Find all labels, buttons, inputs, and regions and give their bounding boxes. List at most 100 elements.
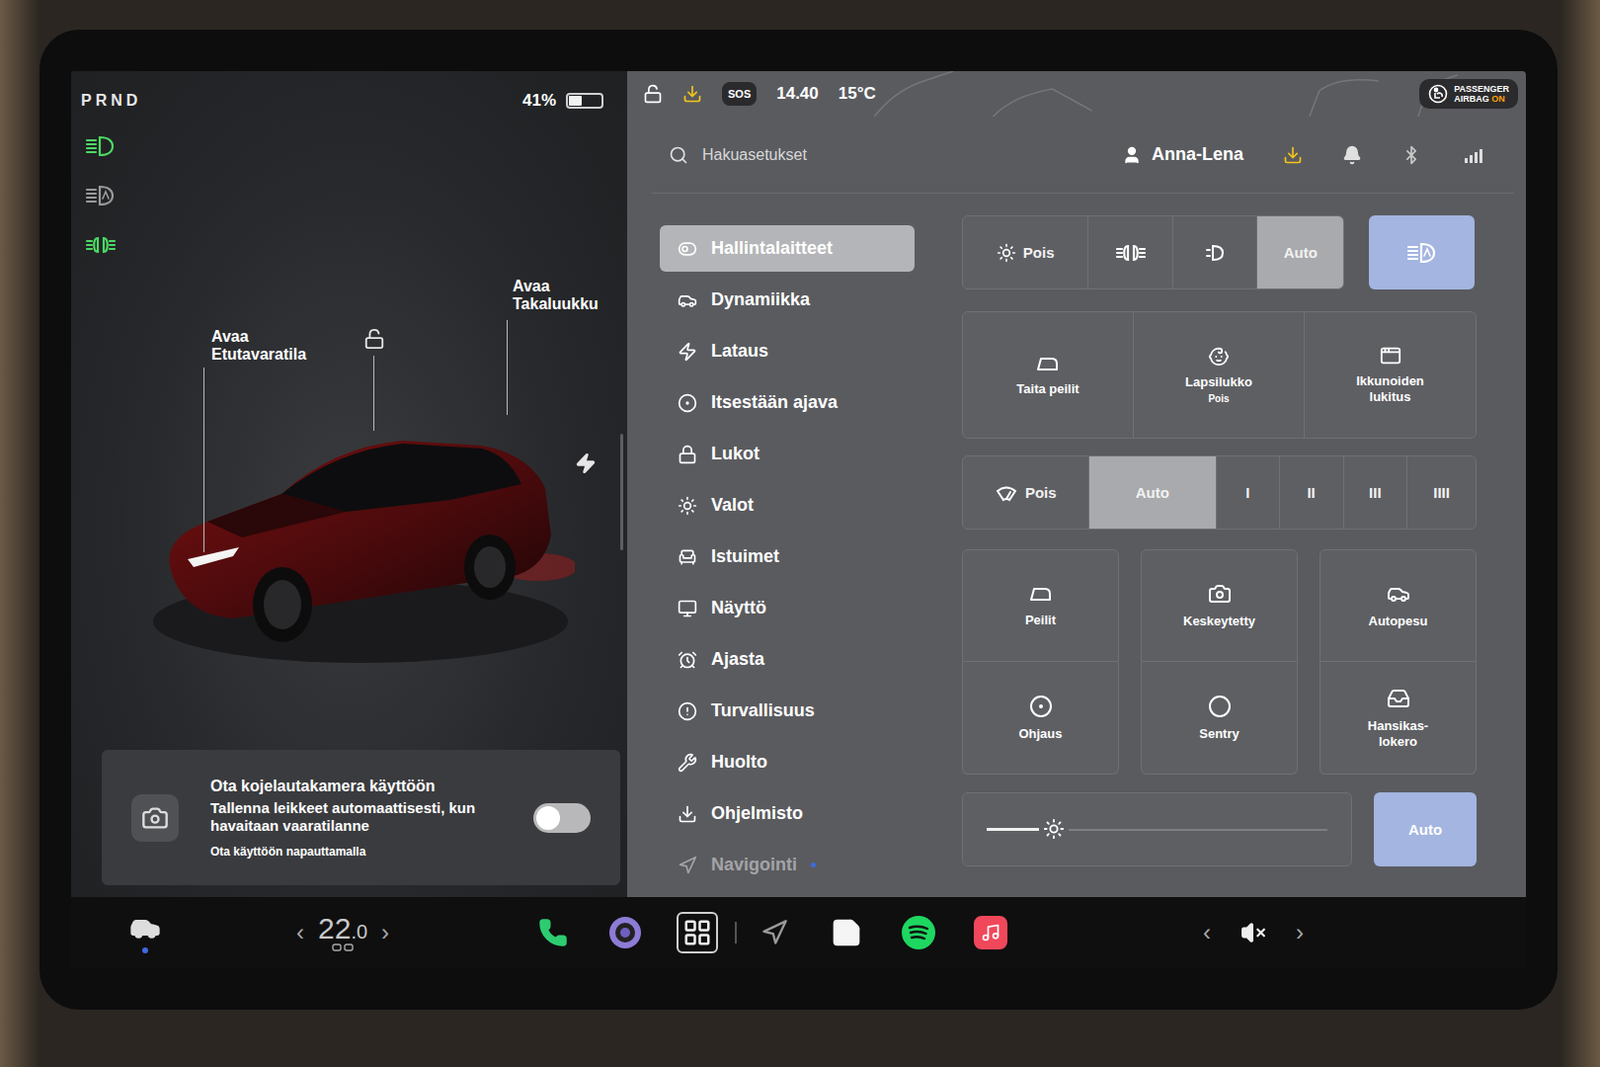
quick-control[interactable]: Ikkunoiden lukitus: [1304, 312, 1476, 438]
sos-button[interactable]: SOS: [721, 81, 757, 106]
wiper-option[interactable]: Auto: [1089, 456, 1218, 529]
quick-controls: Taita peilitLapsilukkoPois Ikkunoiden luk…: [961, 311, 1477, 439]
open-frunk-label[interactable]: Avaa Etutavaratila: [211, 327, 307, 365]
menu-item[interactable]: Lukot: [659, 430, 915, 478]
quick-control[interactable]: LapsilukkoPois: [1133, 312, 1305, 438]
temp-up-button[interactable]: ›: [381, 920, 390, 945]
app-button[interactable]: [969, 911, 1012, 954]
charge-port-button[interactable]: [574, 452, 597, 475]
dock: ‹ 22.0 › ‹ ›: [71, 896, 1526, 968]
bolt-icon: [574, 452, 597, 475]
app-launcher: [532, 911, 1012, 954]
active-dot: [142, 947, 149, 954]
cabin-temperature[interactable]: 22.0: [318, 913, 368, 952]
menu-item[interactable]: Valot: [659, 481, 915, 529]
unlocked-icon: [363, 327, 386, 350]
app-button[interactable]: [604, 911, 646, 954]
quick-control[interactable]: Taita peilit: [962, 312, 1134, 438]
app-divider: [734, 921, 737, 944]
auto-high-beam-button[interactable]: [1368, 215, 1475, 290]
headlight-icon: [84, 134, 117, 159]
lock-button[interactable]: [363, 327, 386, 350]
option-label: Auto: [1135, 483, 1170, 501]
option-label: III: [1368, 483, 1382, 501]
volume-down-button[interactable]: ‹: [1202, 920, 1211, 945]
volume-up-button[interactable]: ›: [1295, 920, 1304, 945]
light-indicator: [84, 134, 117, 162]
brightness-slider[interactable]: [961, 792, 1353, 867]
wiper-option[interactable]: Pois: [962, 456, 1090, 529]
light-indicator: [84, 233, 117, 261]
settings-menu: Hallintalaitteet DynamiikkaLatausItsestää…: [659, 225, 915, 897]
menu-item[interactable]: Ohjelmisto: [659, 790, 915, 837]
app-button[interactable]: [532, 911, 574, 954]
menu-item[interactable]: Itsestään ajava: [659, 379, 915, 426]
leader-line: [203, 367, 205, 553]
control-tile[interactable]: Peilit: [961, 549, 1120, 662]
app-button[interactable]: [753, 911, 796, 954]
wiper-icon: [994, 482, 1019, 503]
menu-item[interactable]: Lataus: [659, 327, 915, 375]
map-lines: [627, 71, 1526, 117]
control-tile[interactable]: Hansikas- lokero: [1319, 661, 1477, 775]
screen-bezel: PRND41%Avaa EtutavaratilaAvaa Takaluukku…: [39, 29, 1558, 1010]
tile-label: Sentry: [1199, 725, 1239, 742]
control-tiles: PeilitKeskeytettyAutopesu Ohjaus Sentry Han…: [961, 549, 1477, 775]
menu-item[interactable]: Istuimet: [659, 533, 915, 580]
control-tile[interactable]: Ohjaus: [961, 661, 1120, 775]
temp-down-button[interactable]: ‹: [296, 920, 305, 945]
menu-label: Hallintalaitteet: [711, 238, 833, 259]
steering-wheel-icon: [677, 393, 698, 413]
download-icon[interactable]: [1282, 145, 1303, 165]
open-trunk-label[interactable]: Avaa Takaluukku: [512, 277, 599, 315]
auto-brightness-button[interactable]: Auto: [1373, 792, 1477, 867]
camera-app-icon: [608, 915, 642, 950]
menu-item[interactable]: Turvallisuus: [659, 687, 915, 734]
bluetooth-icon[interactable]: [1401, 145, 1422, 165]
light-mode-option[interactable]: Pois: [962, 216, 1089, 289]
car-panel: PRND41%Avaa EtutavaratilaAvaa Takaluukku…: [71, 71, 628, 897]
search-field[interactable]: Hakuasetukset: [702, 146, 1122, 164]
muted-speaker-icon[interactable]: [1240, 919, 1267, 946]
light-mode-option[interactable]: [1173, 216, 1259, 289]
parking-light-icon: [1203, 242, 1226, 263]
menu-item[interactable]: Hallintalaitteet: [659, 225, 915, 272]
dashcam-card[interactable]: Ota kojelautakamera käyttöönTallenna lei…: [101, 749, 621, 885]
app-button[interactable]: [825, 911, 868, 954]
quick-control-label: Ikkunoiden lukitus: [1356, 373, 1425, 404]
control-tile[interactable]: Sentry: [1140, 661, 1298, 775]
menu-item[interactable]: Ajasta: [659, 636, 915, 683]
settings-panel: SOS14.4015°CPASSENGERAIRBAG ONHakuasetuk…: [627, 71, 1526, 897]
wiper-option[interactable]: III: [1344, 456, 1409, 529]
window-lock-icon: [1379, 344, 1402, 367]
bell-icon[interactable]: [1342, 145, 1362, 165]
apps-icon: [682, 917, 713, 948]
wiper-option[interactable]: IIII: [1407, 456, 1476, 529]
app-button[interactable]: [676, 911, 719, 954]
wiper-selector: PoisAutoIIIIIIIIII: [961, 455, 1477, 530]
mirror-adjust-icon: [1028, 582, 1054, 605]
slider-thumb[interactable]: [1039, 817, 1069, 840]
lock-status[interactable]: [642, 83, 663, 104]
car-button[interactable]: [71, 911, 220, 954]
wiper-option[interactable]: II: [1280, 456, 1345, 529]
slider-fill: [986, 827, 1041, 831]
light-mode-option[interactable]: Auto: [1257, 216, 1344, 289]
app-button[interactable]: [897, 911, 940, 954]
control-tile[interactable]: Autopesu: [1319, 549, 1477, 662]
light-mode-option[interactable]: [1088, 216, 1174, 289]
fog-light-icon: [84, 233, 117, 257]
menu-item[interactable]: Näyttö: [659, 584, 915, 632]
menu-label: Lukot: [711, 443, 760, 465]
control-tile[interactable]: Keskeytetty: [1140, 549, 1298, 662]
wiper-option[interactable]: I: [1216, 456, 1280, 529]
menu-item[interactable]: Navigointi: [659, 841, 915, 888]
update-status[interactable]: [682, 83, 703, 104]
profile-button[interactable]: Anna-Lena: [1121, 144, 1244, 165]
car-icon: [677, 290, 698, 311]
dashcam-toggle[interactable]: [533, 802, 591, 833]
menu-item[interactable]: Dynamiikka: [659, 276, 915, 323]
menu-item[interactable]: Huolto: [659, 738, 915, 786]
tile-label: Hansikas- lokero: [1367, 718, 1429, 749]
page: PRND41%Avaa EtutavaratilaAvaa Takaluukku…: [0, 0, 1600, 1067]
